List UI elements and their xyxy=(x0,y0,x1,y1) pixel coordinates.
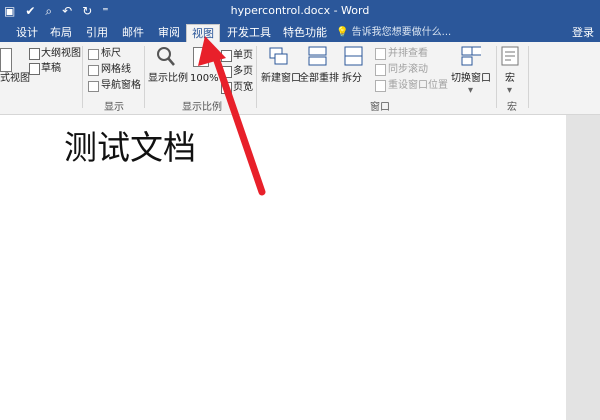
magnifier-icon xyxy=(157,47,175,66)
group-separator xyxy=(82,46,83,108)
one-page-icon xyxy=(221,50,232,62)
arrange-all-icon xyxy=(308,46,327,66)
hundred-percent-button[interactable]: 100% xyxy=(190,72,219,85)
title-bar: ▣ ✔ ⌕ ↶ ↻ ⁼ hypercontrol.docx - Word xyxy=(0,0,600,22)
sync-scroll-icon xyxy=(375,64,386,76)
ruler-checkbox[interactable] xyxy=(88,49,99,60)
hundred-percent-icon xyxy=(193,47,209,67)
navigation-pane-label: 导航窗格 xyxy=(101,80,141,91)
tell-me-text: 告诉我您想要做什么... xyxy=(351,27,452,38)
right-margin-area xyxy=(566,115,600,420)
group-separator xyxy=(496,46,497,108)
macros-icon xyxy=(501,46,519,66)
page-width-icon xyxy=(221,82,232,94)
document-text[interactable]: 测试文档 xyxy=(64,128,196,168)
navigation-pane-checkbox[interactable] xyxy=(88,81,99,92)
new-window-button[interactable]: 新建窗口 xyxy=(261,72,301,85)
gridlines-checkbox[interactable] xyxy=(88,65,99,76)
zoom-button[interactable]: 显示比例 xyxy=(148,72,188,85)
show-group-label: 显示 xyxy=(104,102,124,113)
tab-mailings[interactable]: 邮件 xyxy=(118,24,148,42)
chevron-down-icon[interactable]: ▾ xyxy=(507,84,512,97)
split-button[interactable]: 拆分 xyxy=(342,72,362,85)
signin-link[interactable]: 登录 xyxy=(572,24,594,42)
split-icon xyxy=(344,46,363,66)
draft-button[interactable]: 草稿 xyxy=(41,62,61,75)
tab-view[interactable]: 视图 xyxy=(186,24,220,43)
tab-layout[interactable]: 布局 xyxy=(46,24,76,42)
side-by-side-icon xyxy=(375,48,386,60)
zoom-group-label: 显示比例 xyxy=(182,102,222,113)
lightbulb-icon: 💡 xyxy=(336,27,349,38)
ribbon: 式视图 大纲视图 草稿 标尺 网格线 导航窗格 显示 显示比例 100% 单页 … xyxy=(0,42,600,115)
tab-references[interactable]: 引用 xyxy=(82,24,112,42)
chevron-down-icon[interactable]: ▾ xyxy=(468,84,473,97)
tab-review[interactable]: 审阅 xyxy=(154,24,184,42)
ribbon-tabs: 设计 布局 引用 邮件 审阅 视图 开发工具 特色功能 💡 告诉我您想要做什么.… xyxy=(0,22,600,43)
multiple-pages-icon xyxy=(221,66,232,78)
macros-group-label: 宏 xyxy=(507,102,517,113)
arrange-all-button[interactable]: 全部重排 xyxy=(299,72,339,85)
side-by-side-button[interactable]: 并排查看 xyxy=(388,47,428,60)
reset-position-icon xyxy=(375,80,386,92)
outline-button[interactable]: 大纲视图 xyxy=(41,47,81,60)
reset-position-button[interactable]: 重设窗口位置 xyxy=(388,79,448,92)
tell-me-box[interactable]: 💡 告诉我您想要做什么... xyxy=(336,24,451,42)
web-layout-label[interactable]: 式视图 xyxy=(0,72,30,85)
switch-windows-icon xyxy=(461,46,481,66)
tab-developer[interactable]: 开发工具 xyxy=(224,24,274,42)
draft-icon xyxy=(29,63,40,75)
tab-special-features[interactable]: 特色功能 xyxy=(280,24,330,42)
group-separator xyxy=(256,46,257,108)
new-window-icon xyxy=(269,47,288,65)
page-width-button[interactable]: 页宽 xyxy=(233,81,253,94)
group-separator xyxy=(528,46,529,108)
one-page-button[interactable]: 单页 xyxy=(233,49,253,62)
tab-design[interactable]: 设计 xyxy=(12,24,42,42)
group-separator xyxy=(144,46,145,108)
gridlines-label: 网格线 xyxy=(101,64,131,75)
multiple-pages-button[interactable]: 多页 xyxy=(233,65,253,78)
web-layout-icon[interactable] xyxy=(0,48,12,72)
outline-icon xyxy=(29,48,40,60)
window-group-label: 窗口 xyxy=(370,102,390,113)
ruler-label: 标尺 xyxy=(101,48,121,59)
window-title: hypercontrol.docx - Word xyxy=(230,4,370,17)
sync-scroll-button[interactable]: 同步滚动 xyxy=(388,63,428,76)
